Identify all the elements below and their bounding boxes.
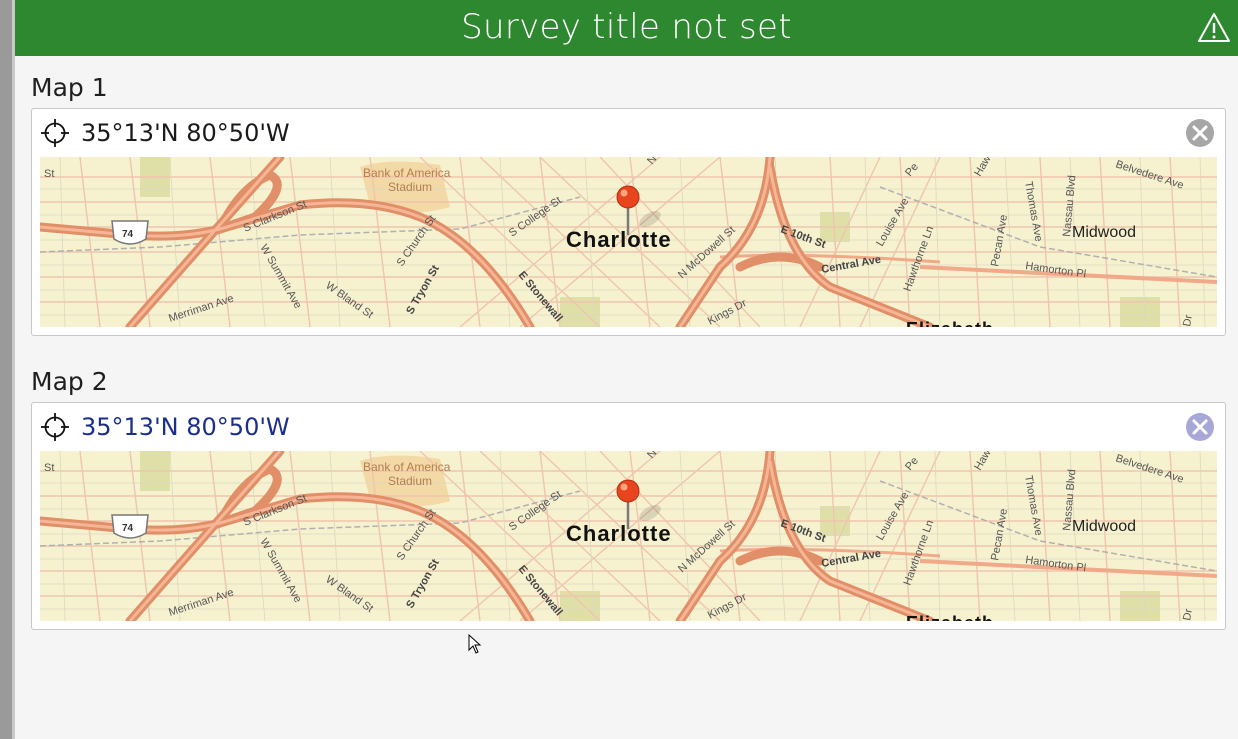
coordinate-value: 35°13'N 80°50'W	[81, 119, 290, 147]
survey-header: Survey title not set	[15, 0, 1238, 56]
highway-shield-label: 74	[122, 229, 134, 240]
city-label: Charlotte	[566, 227, 672, 252]
map-preview[interactable]: 74 Bank of America Stadium S Clarkson St…	[40, 157, 1217, 327]
city-label: Charlotte	[566, 521, 672, 546]
poi-label: Stadium	[388, 474, 432, 488]
crosshair-icon[interactable]	[40, 118, 70, 148]
clear-icon[interactable]	[1185, 412, 1215, 442]
street-map[interactable]: 74 Bank of America Stadium S Clarkson St…	[40, 451, 1217, 621]
question-label: Map 2	[31, 367, 108, 396]
coordinate-row: 35°13'N 80°50'W	[32, 403, 1225, 451]
poi-label: Bank of America	[363, 460, 451, 474]
question-map-1: Map 1 35°13'N 80°50'W 74 Bank of America…	[31, 72, 1226, 336]
survey-title: Survey title not set	[461, 7, 792, 47]
question-map-2: Map 2 35°13'N 80°50'W 74 Bank of America…	[31, 366, 1226, 630]
coordinate-value: 35°13'N 80°50'W	[81, 413, 290, 441]
warning-triangle-icon[interactable]	[1197, 12, 1231, 44]
geopoint-field[interactable]: 35°13'N 80°50'W 74 Bank of America Stadi…	[31, 402, 1226, 630]
svg-text:St: St	[44, 462, 54, 474]
geopoint-field[interactable]: 35°13'N 80°50'W 74 Bank of America Stadi…	[31, 108, 1226, 336]
neighborhood-label: Midwood	[1072, 518, 1136, 535]
poi-label: Bank of America	[363, 166, 451, 180]
coordinate-row: 35°13'N 80°50'W	[32, 109, 1225, 157]
svg-text:St: St	[44, 168, 54, 180]
street-map[interactable]: 74 Bank of America Stadium S Clarkson St…	[40, 157, 1217, 327]
survey-app: Survey title not set Map 1 35°13'N 80°50…	[15, 0, 1238, 739]
location-pin-icon	[616, 479, 640, 503]
clear-icon[interactable]	[1185, 118, 1215, 148]
window-edge	[0, 0, 15, 739]
partial-area-label: Elizabeth	[906, 319, 994, 327]
neighborhood-label: Midwood	[1072, 224, 1136, 241]
partial-area-label: Elizabeth	[906, 613, 994, 621]
poi-label: Stadium	[388, 180, 432, 194]
mouse-cursor-icon	[468, 634, 482, 654]
question-label: Map 1	[31, 73, 108, 102]
highway-shield-label: 74	[122, 523, 134, 534]
crosshair-icon[interactable]	[40, 412, 70, 442]
map-preview[interactable]: 74 Bank of America Stadium S Clarkson St…	[40, 451, 1217, 621]
location-pin-icon	[616, 185, 640, 209]
